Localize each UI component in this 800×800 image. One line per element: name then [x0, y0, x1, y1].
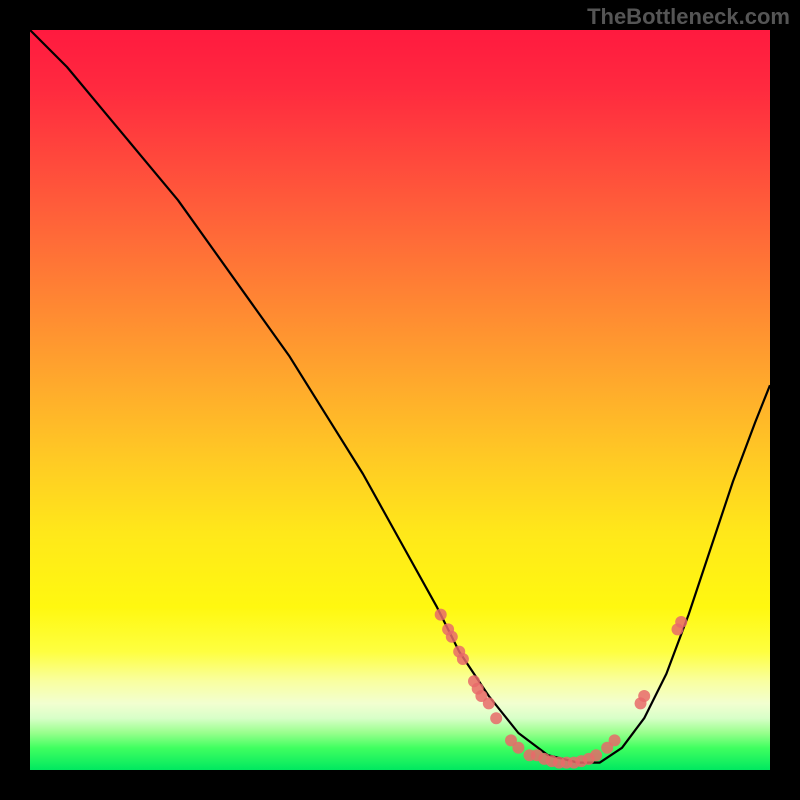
watermark-text: TheBottleneck.com: [587, 4, 790, 30]
data-marker: [609, 734, 621, 746]
data-marker: [457, 653, 469, 665]
data-marker: [490, 712, 502, 724]
data-marker: [590, 749, 602, 761]
bottleneck-curve: [30, 30, 770, 763]
chart-container: TheBottleneck.com: [0, 0, 800, 800]
data-marker: [638, 690, 650, 702]
data-marker: [512, 742, 524, 754]
curve-svg: [30, 30, 770, 770]
data-marker: [446, 631, 458, 643]
data-markers: [435, 609, 688, 769]
data-marker: [435, 609, 447, 621]
plot-area: [30, 30, 770, 770]
data-marker: [675, 616, 687, 628]
data-marker: [483, 697, 495, 709]
